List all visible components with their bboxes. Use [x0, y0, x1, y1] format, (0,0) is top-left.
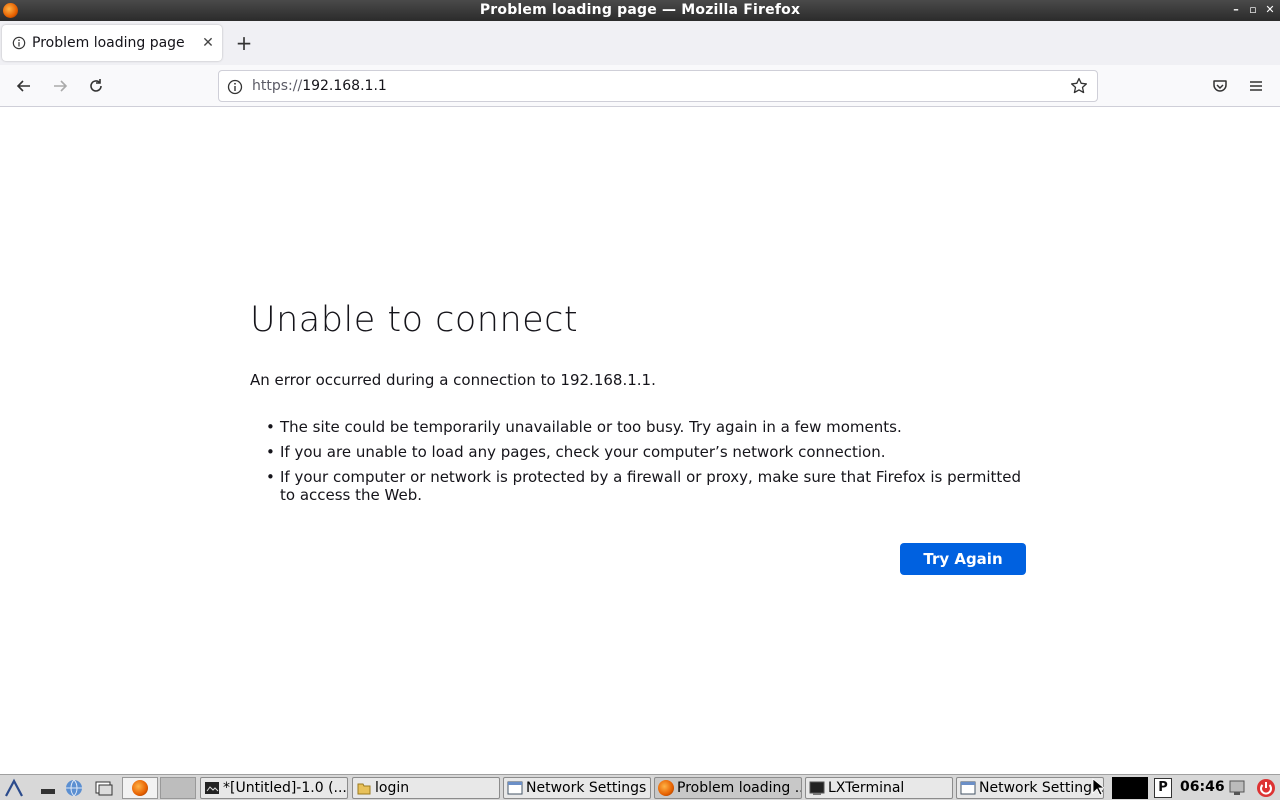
globe-icon[interactable]: [64, 778, 84, 798]
back-arrow-icon: [16, 80, 30, 92]
error-tip: If your computer or network is protected…: [266, 468, 1040, 504]
pocket-icon: [1213, 80, 1227, 92]
pocket-button[interactable]: [1208, 74, 1232, 98]
error-tips-list: The site could be temporarily unavailabl…: [266, 418, 1040, 511]
taskbar-window-login[interactable]: login: [352, 777, 500, 799]
workspace-pager[interactable]: [160, 777, 196, 799]
error-tip: If you are unable to load any pages, che…: [266, 443, 1040, 461]
power-icon[interactable]: [1256, 778, 1276, 798]
taskbar-window-label: *[Untitled]-1.0 (...: [223, 780, 347, 796]
firefox-icon: [658, 780, 674, 796]
hamburger-menu-icon: [1250, 81, 1262, 91]
try-again-button[interactable]: Try Again: [900, 543, 1026, 575]
tab-problem-loading-page[interactable]: Problem loading page ✕: [2, 25, 222, 61]
cpu-monitor: [1112, 777, 1148, 799]
url-scheme: https://: [252, 78, 303, 94]
clock[interactable]: 06:46: [1180, 779, 1225, 795]
start-menu-icon[interactable]: [4, 778, 24, 798]
error-tip: The site could be temporarily unavailabl…: [266, 418, 1040, 436]
taskbar-window-network-settings-2[interactable]: Network Setting...: [956, 777, 1104, 799]
close-tab-button[interactable]: ✕: [198, 33, 218, 53]
p-indicator-icon[interactable]: P: [1154, 778, 1172, 798]
app-menu-button[interactable]: [1244, 74, 1268, 98]
terminal-icon: [809, 781, 825, 795]
taskbar-window-network-settings[interactable]: Network Settings: [503, 777, 651, 799]
url-bar[interactable]: https://192.168.1.1: [218, 70, 1098, 102]
url-host: 192.168.1.1: [302, 78, 387, 94]
taskbar-window-label: Network Settings: [526, 780, 647, 796]
taskbar-window-label: Network Setting...: [979, 780, 1104, 796]
new-tab-button[interactable]: +: [232, 32, 256, 56]
error-description: An error occurred during a connection to…: [250, 371, 656, 389]
reload-icon: [90, 79, 102, 92]
taskbar-window-firefox[interactable]: Problem loading ...: [654, 777, 802, 799]
reload-button[interactable]: [84, 74, 108, 98]
navigation-toolbar: https://192.168.1.1: [0, 65, 1280, 107]
window-icon: [507, 781, 523, 795]
site-info-icon[interactable]: [227, 79, 243, 95]
taskbar-window-label: login: [375, 780, 410, 796]
error-page: Unable to connect An error occurred duri…: [0, 107, 1280, 774]
file-manager-icon[interactable]: [94, 778, 114, 798]
minimize-all-icon[interactable]: [38, 778, 58, 798]
maximize-button[interactable]: ▫: [1245, 2, 1261, 18]
window-icon: [960, 781, 976, 795]
error-title: Unable to connect: [250, 300, 579, 340]
forward-arrow-icon: [54, 80, 68, 92]
taskbar-window-image-editor[interactable]: *[Untitled]-1.0 (...: [200, 777, 348, 799]
tab-strip: Problem loading page ✕ +: [0, 21, 1280, 65]
info-icon: [12, 36, 26, 50]
minimize-button[interactable]: –: [1228, 2, 1244, 18]
image-editor-icon: [205, 782, 219, 794]
close-window-button[interactable]: ✕: [1262, 2, 1278, 18]
tab-label: Problem loading page: [32, 35, 185, 51]
taskbar: *[Untitled]-1.0 (... login Network Setti…: [0, 774, 1280, 800]
taskbar-window-label: Problem loading ...: [677, 780, 802, 796]
firefox-launcher[interactable]: [122, 777, 158, 799]
back-button[interactable]: [12, 74, 36, 98]
network-status-icon[interactable]: [1228, 779, 1246, 797]
window-title: Problem loading page — Mozilla Firefox: [479, 2, 801, 18]
window-titlebar: Problem loading page — Mozilla Firefox –…: [0, 0, 1280, 21]
taskbar-window-lxterminal[interactable]: LXTerminal: [805, 777, 953, 799]
forward-button[interactable]: [48, 74, 72, 98]
folder-icon: [357, 783, 371, 795]
url-text[interactable]: https://192.168.1.1: [252, 78, 387, 94]
taskbar-window-label: LXTerminal: [828, 780, 905, 796]
mouse-cursor-icon: [1092, 778, 1104, 796]
star-icon[interactable]: [1069, 76, 1089, 96]
firefox-icon: [132, 780, 148, 796]
